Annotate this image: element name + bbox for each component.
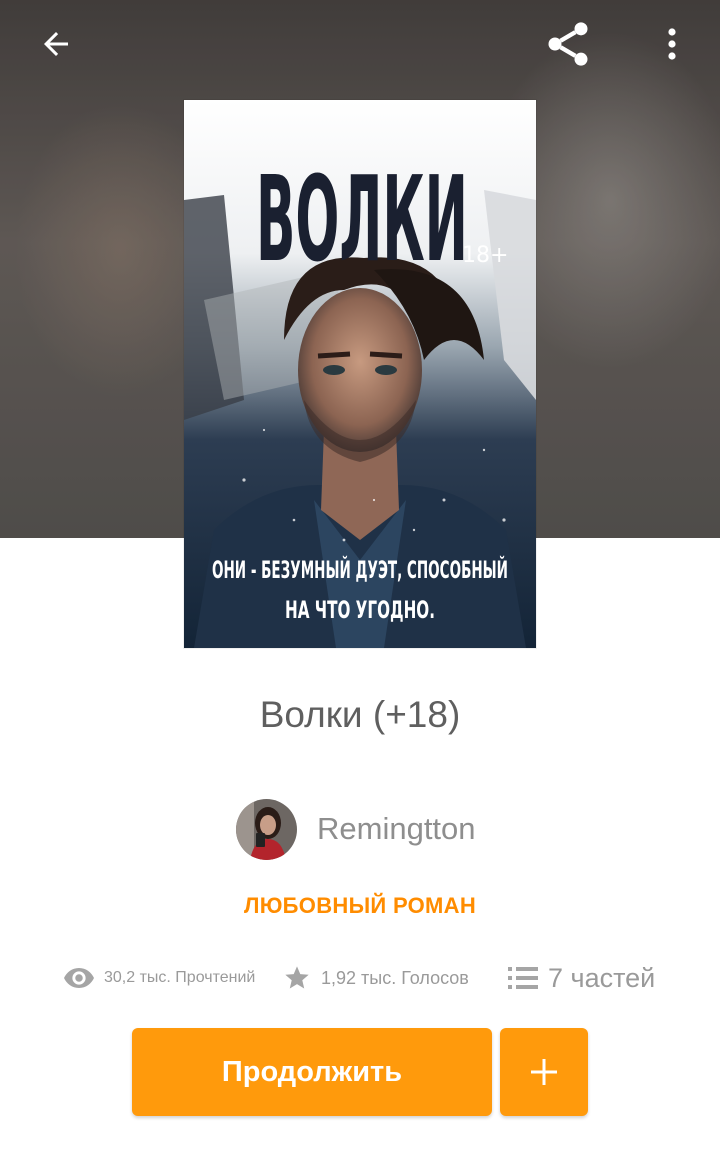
add-to-library-button[interactable] (500, 1028, 588, 1116)
votes-count: 1,92 тыс. Голосов (321, 967, 469, 988)
author-link[interactable]: Remingtton (236, 798, 476, 860)
cover-age-rating: 18+ (462, 243, 508, 268)
eye-icon (64, 967, 94, 989)
author-name[interactable]: Remingtton (317, 811, 476, 847)
plus-icon (531, 1059, 557, 1085)
votes-stat: 1,92 тыс. Голосов (283, 956, 469, 1000)
genre-label[interactable]: ЛЮБОВНЫЙ РОМАН (0, 893, 720, 919)
share-button[interactable] (536, 14, 600, 74)
share-icon (548, 22, 588, 66)
continue-reading-button[interactable]: Продолжить (132, 1028, 492, 1116)
book-title: Волки (+18) (259, 694, 461, 735)
book-cover: ВОЛКИ 18+ ОНИ - БЕЗУМНЫЙ ДУЭТ, СПОСОБНЫЙ… (184, 100, 536, 648)
parts-count[interactable]: 7 частей (548, 963, 655, 994)
back-button[interactable] (22, 18, 90, 70)
more-options-button[interactable] (650, 18, 694, 70)
arrow-left-icon (44, 32, 68, 56)
parts-stat[interactable]: 7 частей (508, 956, 655, 1000)
cover-tagline-line1: ОНИ - БЕЗУМНЫЙ ДУЭТ, СПОСОБНЫЙ (212, 555, 508, 584)
reads-count: 30,2 тыс. Прочтений (104, 969, 256, 986)
cover-tagline-line2: НА ЧТО УГОДНО. (285, 596, 435, 624)
cover-title: ВОЛКИ (256, 150, 468, 288)
stats-row: 30,2 тыс. Прочтений 1,92 тыс. Голосов 7 … (0, 956, 720, 1000)
reads-stat: 30,2 тыс. Прочтений (64, 956, 255, 1000)
author-avatar[interactable] (236, 798, 297, 860)
top-app-bar (0, 0, 720, 90)
list-icon (508, 965, 538, 991)
star-icon (283, 964, 311, 992)
more-vertical-icon (668, 28, 676, 60)
